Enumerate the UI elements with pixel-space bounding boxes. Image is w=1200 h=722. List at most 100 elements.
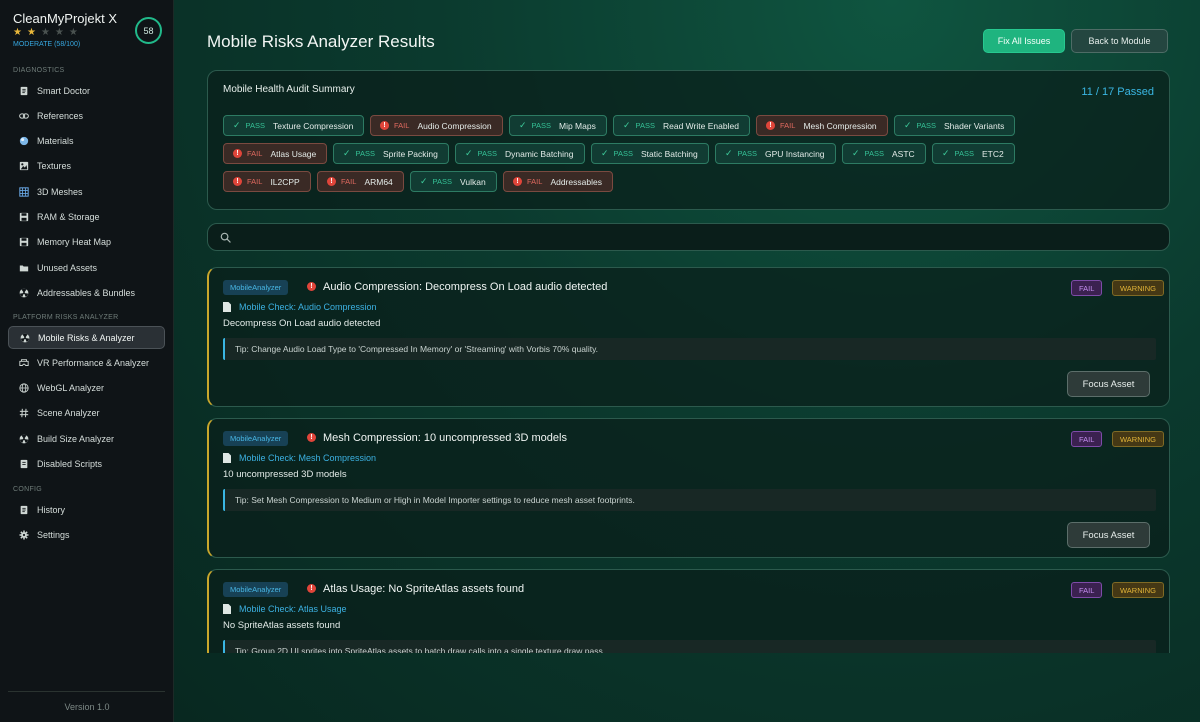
focus-asset-button[interactable]: Focus Asset: [1067, 371, 1150, 397]
star-icon: ★: [68, 27, 83, 38]
sphere-icon: [18, 135, 30, 147]
sidebar-item-label: Disabled Scripts: [37, 459, 103, 469]
check-name: Audio Compression: [417, 120, 492, 131]
check-chip[interactable]: ✓ PASS Mip Maps: [509, 115, 607, 136]
sidebar-item-scene-analyzer[interactable]: Scene Analyzer: [8, 402, 165, 425]
error-icon: !: [307, 282, 316, 291]
check-link-label: Mobile Check: Atlas Usage: [239, 604, 347, 614]
check-chip[interactable]: ! FAIL IL2CPP: [223, 171, 311, 192]
check-chip[interactable]: ✓ PASS Sprite Packing: [333, 143, 449, 164]
check-chip[interactable]: ! FAIL Addressables: [503, 171, 613, 192]
check-chip[interactable]: ✓ PASS Shader Variants: [894, 115, 1016, 136]
check-chip[interactable]: ! FAIL Mesh Compression: [756, 115, 888, 136]
error-icon: !: [513, 177, 522, 186]
check-chip[interactable]: ✓ PASS ETC2: [932, 143, 1015, 164]
check-link-label: Mobile Check: Audio Compression: [239, 302, 377, 312]
check-chip[interactable]: ! FAIL Atlas Usage: [223, 143, 328, 164]
section-label: PLATFORM RISKS ANALYZER: [13, 314, 119, 321]
results-list: MobileAnalyzer! Audio Compression: Decomp…: [207, 267, 1170, 653]
check-icon: ✓: [420, 176, 428, 186]
globe-icon: [18, 382, 30, 394]
check-icon: ✓: [623, 120, 631, 130]
analyzer-tag: MobileAnalyzer: [223, 431, 289, 446]
save-icon: [18, 211, 30, 223]
search-input[interactable]: [238, 228, 1138, 248]
search-icon: [220, 232, 231, 243]
sidebar-item-label: WebGL Analyzer: [37, 383, 105, 394]
sidebar-item-disabled-scripts[interactable]: Disabled Scripts: [8, 453, 165, 476]
result-description: Decompress On Load audio detected: [223, 318, 381, 329]
check-chip[interactable]: ✓ PASS GPU Instancing: [715, 143, 836, 164]
check-name: IL2CPP: [270, 176, 300, 187]
sidebar-item-label: Build Size Analyzer: [37, 433, 115, 444]
status-badge: FAIL: [1071, 280, 1103, 296]
check-link[interactable]: Mobile Check: Mesh Compression: [223, 453, 376, 463]
fix-all-issues-button[interactable]: Fix All Issues: [983, 29, 1065, 53]
sidebar-item-history[interactable]: History: [8, 498, 165, 521]
check-chip[interactable]: ✓ PASS Read Write Enabled: [613, 115, 750, 136]
passed-count: 11 / 17 Passed: [1081, 86, 1154, 98]
check-chip[interactable]: ✓ PASS Vulkan: [410, 171, 497, 192]
sidebar-item-label: Addressables & Bundles: [37, 287, 136, 298]
radiation-icon: [19, 332, 31, 344]
sidebar-item-smart-doctor[interactable]: Smart Doctor: [8, 79, 165, 102]
check-status: FAIL: [780, 121, 796, 130]
document-icon: [223, 453, 231, 463]
status-badge: FAIL: [1071, 582, 1103, 598]
sidebar-item-3d-meshes[interactable]: 3D Meshes: [8, 180, 165, 203]
check-chip[interactable]: ✓ PASS Dynamic Batching: [455, 143, 585, 164]
grid-icon: [18, 186, 30, 198]
sidebar-item-mobile-risks-analyzer[interactable]: Mobile Risks & Analyzer: [8, 326, 165, 349]
sidebar-item-references[interactable]: References: [8, 104, 165, 127]
document-icon: [223, 604, 231, 614]
check-icon: ✓: [601, 148, 609, 158]
back-to-module-button[interactable]: Back to Module: [1071, 29, 1168, 53]
check-icon: ✓: [519, 120, 527, 130]
tip-box: Tip: Change Audio Load Type to 'Compress…: [223, 338, 1156, 360]
check-status: PASS: [954, 149, 974, 158]
sidebar-item-addressables-bundles[interactable]: Addressables & Bundles: [8, 281, 165, 304]
sidebar-item-label: RAM & Storage: [37, 212, 100, 222]
audit-summary-panel: Mobile Health Audit Summary 11 / 17 Pass…: [207, 70, 1170, 210]
section-label: DIAGNOSTICS: [13, 67, 65, 74]
sidebar-item-label: Mobile Risks & Analyzer: [38, 332, 135, 343]
check-chip[interactable]: ! FAIL ARM64: [317, 171, 404, 192]
script-icon: [18, 458, 30, 470]
sidebar-item-webgl-analyzer[interactable]: WebGL Analyzer: [8, 377, 165, 400]
sidebar-item-settings[interactable]: Settings: [8, 523, 165, 546]
check-icon: ✓: [343, 148, 351, 158]
status-badge: FAIL: [1071, 431, 1103, 447]
result-card: MobileAnalyzer! Atlas Usage: No SpriteAtl…: [207, 569, 1170, 653]
check-status: PASS: [355, 149, 375, 158]
rating-stars: ★★★★★: [13, 27, 83, 38]
check-chip[interactable]: ✓ PASS Static Batching: [591, 143, 709, 164]
sidebar-item-build-size-analyzer[interactable]: Build Size Analyzer: [8, 427, 165, 450]
sidebar-item-textures[interactable]: Textures: [8, 155, 165, 178]
check-link[interactable]: Mobile Check: Atlas Usage: [223, 604, 347, 614]
check-name: Vulkan: [460, 176, 486, 187]
sidebar-item-ram-storage[interactable]: RAM & Storage: [8, 206, 165, 229]
error-icon: !: [380, 121, 389, 130]
sidebar-item-unused-assets[interactable]: Unused Assets: [8, 256, 165, 279]
star-icon: ★: [40, 27, 55, 38]
check-chip[interactable]: ! FAIL Audio Compression: [370, 115, 503, 136]
sidebar-item-materials[interactable]: Materials: [8, 130, 165, 153]
check-name: Dynamic Batching: [505, 148, 574, 159]
check-chip[interactable]: ✓ PASS Texture Compression: [223, 115, 365, 136]
sidebar: CleanMyProjekt X ★★★★★ MODERATE (58/100)…: [0, 0, 174, 722]
sidebar-item-label: Unused Assets: [37, 262, 98, 273]
check-status: PASS: [864, 149, 884, 158]
sidebar-item-vr-performance-analyzer[interactable]: VR Performance & Analyzer: [8, 351, 165, 374]
focus-asset-button[interactable]: Focus Asset: [1067, 522, 1150, 548]
check-chip[interactable]: ✓ PASS ASTC: [842, 143, 926, 164]
check-status: PASS: [613, 149, 633, 158]
save-icon: [18, 236, 30, 248]
check-link[interactable]: Mobile Check: Audio Compression: [223, 302, 377, 312]
sidebar-item-label: Smart Doctor: [37, 85, 91, 96]
severity-badge: WARNING: [1112, 431, 1164, 447]
sidebar-divider: [8, 691, 165, 692]
search-bar[interactable]: [207, 223, 1170, 251]
sidebar-item-memory-heat-map[interactable]: Memory Heat Map: [8, 231, 165, 254]
check-name: Mip Maps: [559, 120, 596, 131]
check-icon: ✓: [233, 120, 241, 130]
